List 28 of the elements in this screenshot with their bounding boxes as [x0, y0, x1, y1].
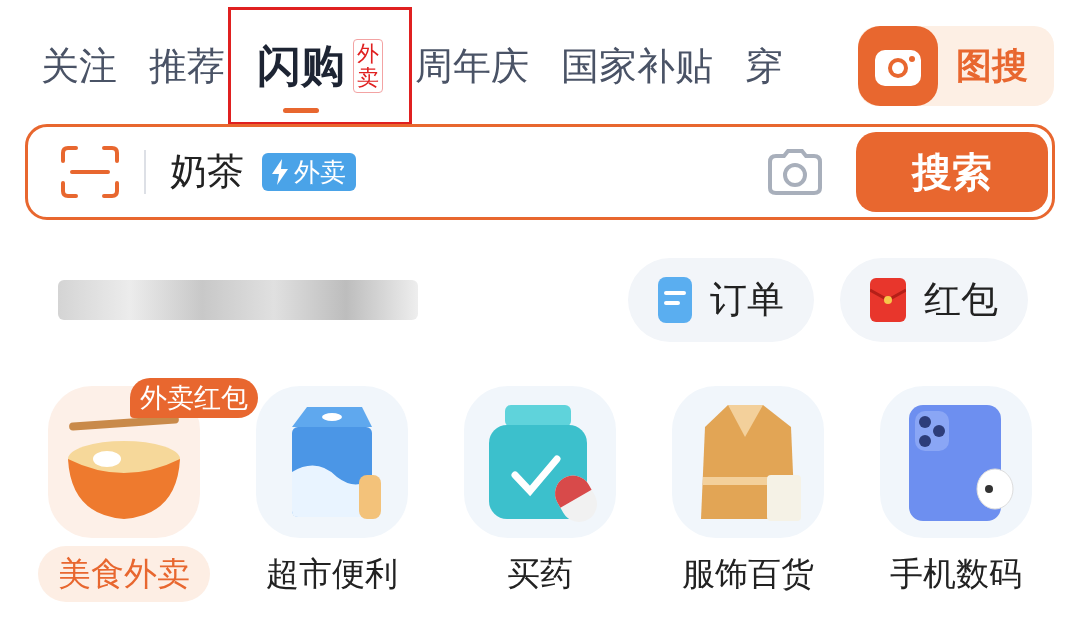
tab-badge: 外卖 — [353, 38, 383, 94]
category-label: 超市便利 — [265, 554, 399, 594]
promo-badge: 外卖红包 — [130, 378, 258, 418]
search-bar[interactable]: 奶茶 外卖 搜索 — [25, 124, 1055, 220]
tab-underline — [283, 108, 319, 113]
category-label: 美食外卖 — [38, 546, 210, 602]
envelope-icon — [870, 278, 906, 322]
lightning-icon — [272, 159, 288, 185]
tab[interactable]: 推荐 — [149, 37, 225, 95]
category-label: 买药 — [506, 554, 574, 594]
tab[interactable]: 周年庆 — [415, 37, 529, 95]
tab[interactable]: 关注 — [41, 37, 117, 95]
tab[interactable]: 穿 — [745, 37, 783, 95]
quick-link-button[interactable]: 订单 — [628, 258, 814, 342]
scan-icon — [60, 145, 120, 199]
category-label: 服饰百货 — [681, 554, 815, 594]
quick-link-button[interactable]: 红包 — [840, 258, 1028, 342]
camera-icon — [858, 26, 938, 106]
category-item[interactable]: 服饰百货 — [662, 386, 834, 602]
search-query: 奶茶 — [170, 150, 244, 195]
delivery-tag: 外卖 — [262, 153, 356, 191]
tab[interactable]: 闪购 — [257, 33, 345, 99]
camera-icon[interactable] — [766, 148, 824, 196]
category-label: 手机数码 — [889, 554, 1023, 594]
document-icon — [658, 277, 692, 323]
category-item[interactable]: 买药 — [464, 386, 616, 602]
tab[interactable]: 国家补贴 — [561, 37, 713, 95]
category-item[interactable]: 手机数码 — [870, 386, 1042, 602]
